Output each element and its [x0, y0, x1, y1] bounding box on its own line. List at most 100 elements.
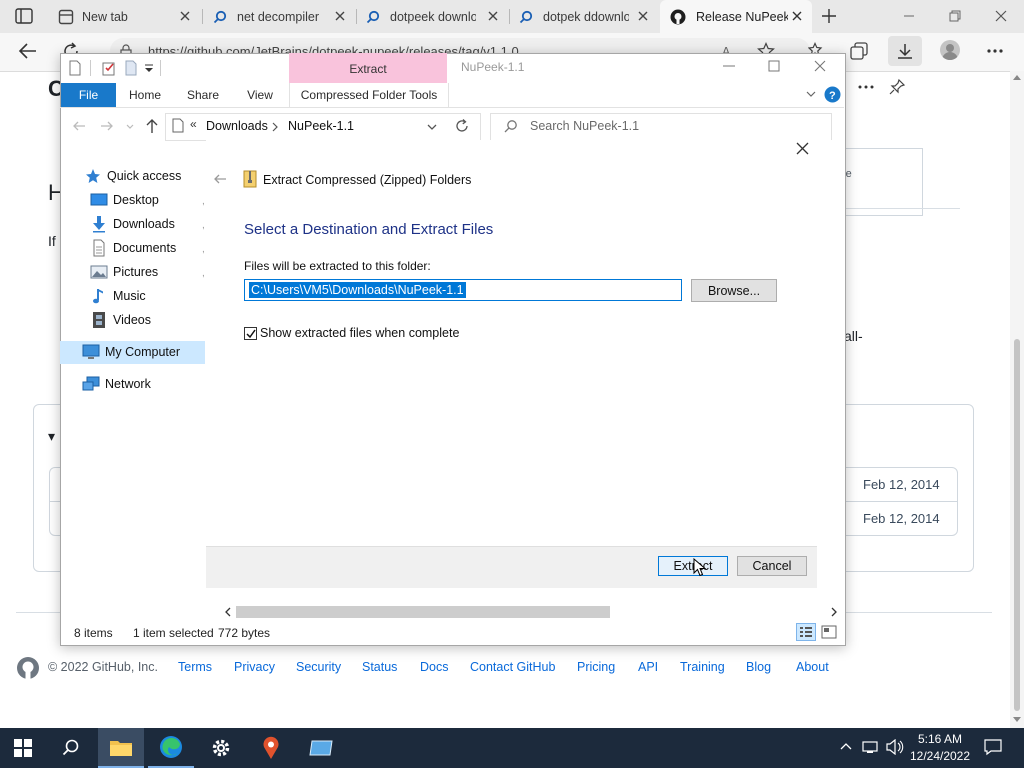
nav-back-icon[interactable]: [72, 120, 86, 132]
close-browser-icon[interactable]: [994, 9, 1008, 23]
tab-net-decompiler[interactable]: net decompiler d: [205, 0, 355, 33]
pin-icon[interactable]: [888, 78, 906, 96]
restore-browser-icon[interactable]: [948, 9, 962, 23]
profile-avatar[interactable]: [940, 40, 960, 60]
wizard-close-icon[interactable]: [796, 142, 809, 155]
close-window-icon[interactable]: [814, 60, 826, 72]
ribbon-tab-view[interactable]: View: [240, 83, 280, 107]
new-tab-button[interactable]: [820, 7, 838, 25]
ribbon-tab-home[interactable]: Home: [124, 83, 166, 107]
nav-forward-icon[interactable]: [100, 120, 114, 132]
scrollbar-down-arrow[interactable]: [1013, 717, 1021, 723]
help-icon[interactable]: ?: [824, 86, 841, 103]
large-icons-view-icon[interactable]: [820, 624, 838, 640]
scrollbar-thumb[interactable]: [236, 606, 610, 618]
taskbar-edge[interactable]: [148, 728, 194, 768]
show-files-label[interactable]: Show extracted files when complete: [260, 326, 459, 340]
qat-customize-icon[interactable]: [144, 62, 154, 74]
footer-link-docs[interactable]: Docs: [420, 660, 448, 674]
nav-music[interactable]: Music: [90, 285, 221, 307]
breadcrumb-dropdown-icon[interactable]: [427, 123, 437, 131]
back-arrow-icon[interactable]: [18, 42, 38, 60]
footer-link-privacy[interactable]: Privacy: [234, 660, 275, 674]
horizontal-scrollbar[interactable]: [220, 604, 842, 620]
show-hidden-icons[interactable]: [840, 741, 852, 751]
footer-link-security[interactable]: Security: [296, 660, 341, 674]
gear-icon: [210, 737, 232, 759]
nav-label: My Computer: [105, 345, 181, 359]
close-tab-icon[interactable]: [333, 9, 347, 23]
tab-release-nupeek[interactable]: Release NuPeek: [660, 0, 812, 33]
taskbar-file-explorer[interactable]: [98, 728, 144, 768]
up-level-icon[interactable]: [146, 118, 158, 134]
tab-dotpeek-download[interactable]: dotpeek downlo: [358, 0, 508, 33]
show-files-checkbox[interactable]: [244, 327, 257, 340]
expand-ribbon-icon[interactable]: [806, 90, 816, 98]
scroll-right-arrow[interactable]: [830, 607, 838, 617]
close-tab-icon[interactable]: [790, 9, 804, 23]
settings-more-icon[interactable]: [986, 49, 1004, 53]
tab-new-tab[interactable]: New tab: [50, 0, 200, 33]
maximize-window-icon[interactable]: [768, 60, 780, 72]
taskbar-app[interactable]: [298, 728, 344, 768]
taskbar-clock[interactable]: 5:16 AM 12/24/2022: [908, 731, 972, 765]
collections-icon[interactable]: [850, 42, 870, 60]
github-logo-icon[interactable]: [16, 656, 40, 680]
refresh-folder-icon[interactable]: [455, 119, 469, 133]
breadcrumb-overflow[interactable]: «: [190, 117, 197, 131]
nav-network[interactable]: Network: [82, 373, 213, 395]
breadcrumb-separator-icon: [272, 122, 278, 132]
footer-link-api[interactable]: API: [638, 660, 658, 674]
qat-new-folder-icon[interactable]: [124, 60, 138, 76]
tab-title: net decompiler d: [237, 9, 319, 24]
footer-link-blog[interactable]: Blog: [746, 660, 771, 674]
assets-toggle-icon[interactable]: ▾: [48, 428, 55, 445]
footer-link-contact[interactable]: Contact GitHub: [470, 660, 555, 674]
nav-quick-access[interactable]: Quick access: [84, 165, 215, 187]
music-note-icon: [90, 287, 108, 305]
start-button[interactable]: [0, 728, 46, 768]
taskbar-search-button[interactable]: [48, 728, 94, 768]
cancel-button[interactable]: Cancel: [737, 556, 807, 576]
nav-my-computer[interactable]: My Computer: [82, 341, 213, 363]
qat-properties-icon[interactable]: [101, 60, 117, 76]
breadcrumb-nupeek[interactable]: NuPeek-1.1: [288, 119, 354, 133]
breadcrumb-downloads[interactable]: Downloads: [206, 119, 268, 133]
ribbon-tab-compressed-folder-tools[interactable]: Compressed Folder Tools: [289, 83, 449, 107]
scrollbar-up-arrow[interactable]: [1013, 74, 1021, 80]
footer-link-pricing[interactable]: Pricing: [577, 660, 615, 674]
page-scrollbar[interactable]: [1010, 71, 1024, 728]
downloads-button[interactable]: [888, 36, 922, 66]
context-tab-label[interactable]: Extract: [289, 62, 447, 76]
network-status-icon[interactable]: [862, 739, 880, 755]
taskbar-settings[interactable]: [198, 728, 244, 768]
ribbon-tab-share[interactable]: Share: [182, 83, 224, 107]
close-tab-icon[interactable]: [178, 9, 192, 23]
recent-locations-icon[interactable]: [126, 124, 134, 130]
status-item-count: 8 items: [74, 626, 113, 640]
volume-icon[interactable]: [886, 739, 904, 755]
page-more-icon[interactable]: [858, 85, 874, 89]
notifications-icon[interactable]: [984, 738, 1002, 756]
tab-dotpek-ddownload[interactable]: dotpek ddownlo: [511, 0, 658, 33]
ribbon-tab-file[interactable]: File: [61, 83, 116, 107]
scrollbar-thumb[interactable]: [1014, 339, 1020, 711]
asset-date: Feb 12, 2014: [863, 477, 940, 492]
details-view-icon[interactable]: [796, 623, 816, 641]
destination-path-input[interactable]: C:\Users\VM5\Downloads\NuPeek-1.1: [244, 279, 682, 301]
wizard-back-icon[interactable]: [213, 173, 227, 185]
minimize-window-icon[interactable]: [722, 60, 736, 72]
footer-link-about[interactable]: About: [796, 660, 829, 674]
nav-videos[interactable]: Videos: [90, 309, 221, 331]
close-tab-icon[interactable]: [486, 9, 500, 23]
minimize-browser-icon[interactable]: [902, 10, 916, 22]
close-tab-icon[interactable]: [636, 9, 650, 23]
footer-link-training[interactable]: Training: [680, 660, 725, 674]
browse-button[interactable]: Browse...: [691, 279, 777, 302]
taskbar-maps[interactable]: [248, 728, 294, 768]
tab-actions-icon[interactable]: [14, 7, 34, 25]
scroll-left-arrow[interactable]: [224, 607, 232, 617]
footer-link-terms[interactable]: Terms: [178, 660, 212, 674]
footer-link-status[interactable]: Status: [362, 660, 397, 674]
qat-page-icon[interactable]: [68, 60, 82, 76]
